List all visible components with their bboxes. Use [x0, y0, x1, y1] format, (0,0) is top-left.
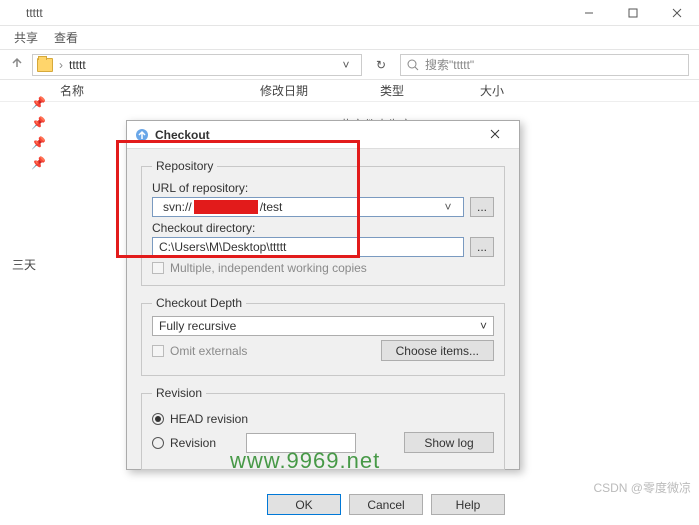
depth-group: Checkout Depth Fully recursive ˅ Omit ex…: [141, 296, 505, 376]
search-input[interactable]: 搜索"ttttt": [400, 54, 689, 76]
sidebar-item-days[interactable]: 三天: [4, 256, 54, 273]
minimize-button[interactable]: [567, 0, 611, 26]
watermark: www.9969.net: [230, 448, 380, 474]
column-headers: 名称 修改日期 类型 大小: [0, 80, 699, 102]
browse-url-button[interactable]: ...: [470, 197, 494, 217]
checkbox-icon: [152, 262, 164, 274]
help-button[interactable]: Help: [431, 494, 505, 515]
col-name[interactable]: 名称: [60, 82, 260, 99]
omit-externals-checkbox[interactable]: Omit externals: [152, 344, 247, 358]
head-revision-radio[interactable]: HEAD revision: [152, 412, 494, 426]
multiple-copies-checkbox[interactable]: Multiple, independent working copies: [152, 261, 494, 275]
dir-label: Checkout directory:: [152, 221, 494, 235]
dir-input[interactable]: C:\Users\M\Desktop\ttttt: [152, 237, 464, 257]
multiple-copies-label: Multiple, independent working copies: [170, 261, 367, 275]
url-input[interactable]: svn:// /test ˅: [152, 197, 464, 217]
revision-radio[interactable]: [152, 437, 164, 449]
up-button[interactable]: [10, 56, 24, 73]
repository-group: Repository URL of repository: svn:// /te…: [141, 159, 505, 286]
pin-icon[interactable]: 📌: [4, 96, 54, 116]
col-type[interactable]: 类型: [380, 82, 480, 99]
chevron-down-icon[interactable]: ˅: [335, 58, 357, 72]
col-date[interactable]: 修改日期: [260, 82, 380, 99]
revision-legend: Revision: [152, 386, 206, 400]
depth-value: Fully recursive: [159, 319, 236, 333]
checkout-dialog: Checkout Repository URL of repository: s…: [126, 120, 520, 470]
depth-select[interactable]: Fully recursive ˅: [152, 316, 494, 336]
pin-icon[interactable]: 📌: [4, 116, 54, 136]
address-bar-row: › ttttt ˅ ↻ 搜索"ttttt": [0, 50, 699, 80]
depth-legend: Checkout Depth: [152, 296, 246, 310]
search-placeholder: 搜索"ttttt": [425, 56, 474, 73]
pin-icon[interactable]: 📌: [4, 136, 54, 156]
refresh-button[interactable]: ↻: [370, 58, 392, 72]
choose-items-button[interactable]: Choose items...: [381, 340, 494, 361]
nav-sidebar: 📌 📌 📌 📌 三天: [4, 96, 54, 273]
window-titlebar: ttttt: [0, 0, 699, 26]
show-log-button[interactable]: Show log: [404, 432, 494, 453]
url-prefix: svn://: [163, 200, 192, 214]
checkout-icon: [135, 128, 149, 142]
credit-text: CSDN @零度微凉: [593, 479, 691, 496]
tab-share[interactable]: 共享: [14, 29, 38, 46]
breadcrumb-sep: ›: [59, 58, 63, 72]
address-bar[interactable]: › ttttt ˅: [32, 54, 362, 76]
breadcrumb-current[interactable]: ttttt: [69, 58, 329, 72]
dialog-titlebar: Checkout: [127, 121, 519, 149]
folder-icon: [37, 58, 53, 72]
pin-icon[interactable]: 📌: [4, 156, 54, 176]
chevron-down-icon: ˅: [480, 319, 487, 333]
maximize-button[interactable]: [611, 0, 655, 26]
ok-button[interactable]: OK: [267, 494, 341, 515]
col-size[interactable]: 大小: [480, 82, 560, 99]
repository-legend: Repository: [152, 159, 217, 173]
omit-externals-label: Omit externals: [170, 344, 247, 358]
dir-value: C:\Users\M\Desktop\ttttt: [159, 240, 286, 254]
ribbon: 共享 查看: [0, 26, 699, 50]
dialog-button-row: OK Cancel Help: [127, 488, 519, 525]
redacted-block: [194, 200, 258, 214]
dialog-title: Checkout: [155, 128, 210, 142]
search-icon: [407, 59, 419, 71]
window-title: ttttt: [26, 6, 43, 20]
dialog-close-button[interactable]: [479, 128, 511, 142]
tab-view[interactable]: 查看: [54, 29, 78, 46]
chevron-down-icon[interactable]: ˅: [439, 200, 457, 214]
url-suffix: /test: [260, 200, 283, 214]
radio-icon: [152, 413, 164, 425]
checkbox-icon: [152, 345, 164, 357]
browse-dir-button[interactable]: ...: [470, 237, 494, 257]
cancel-button[interactable]: Cancel: [349, 494, 423, 515]
close-button[interactable]: [655, 0, 699, 26]
head-revision-label: HEAD revision: [170, 412, 248, 426]
url-label: URL of repository:: [152, 181, 494, 195]
